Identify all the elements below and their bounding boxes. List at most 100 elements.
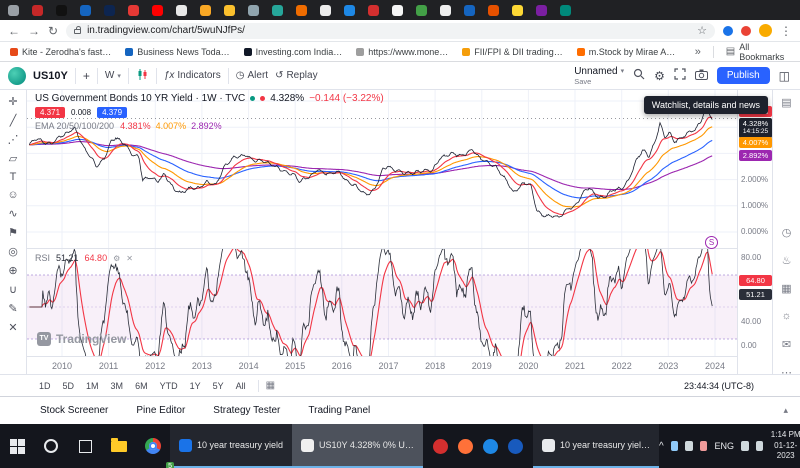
language-indicator[interactable]: ENG (714, 441, 734, 451)
browser-tab[interactable] (344, 5, 355, 16)
browser-tab[interactable] (368, 5, 379, 16)
hotlists-icon[interactable]: ♨ (773, 254, 800, 267)
timezone-clock[interactable]: 23:44:34 (UTC-8) (684, 381, 754, 391)
pattern-tool-icon[interactable]: ∿ (0, 204, 26, 223)
range-button-6m[interactable]: 6M (130, 379, 153, 393)
extension-icon[interactable] (723, 26, 733, 36)
range-button-all[interactable]: All (231, 379, 251, 393)
compare-add-icon[interactable]: + (83, 70, 90, 82)
rsi-settings-icon[interactable]: ⚙ (113, 254, 120, 263)
bottom-tab[interactable]: Stock Screener (40, 405, 108, 416)
publish-button[interactable]: Publish (717, 67, 770, 84)
range-button-3m[interactable]: 3M (106, 379, 129, 393)
fib-tool-icon[interactable]: ⋰ (0, 130, 26, 149)
bottom-tab[interactable]: Strategy Tester (213, 405, 280, 416)
tray-icon[interactable] (700, 441, 708, 451)
rsi-close-icon[interactable]: ✕ (126, 254, 133, 263)
browser-tab[interactable] (224, 5, 235, 16)
range-button-5d[interactable]: 5D (58, 379, 80, 393)
go-to-date-icon[interactable]: ▦ (266, 380, 275, 391)
reload-icon[interactable]: ↻ (48, 25, 58, 37)
replay-button[interactable]: ↺ Replay (275, 70, 318, 81)
range-button-1d[interactable]: 1D (34, 379, 56, 393)
rsi-pane-chart[interactable] (27, 249, 737, 356)
quick-search-icon[interactable] (633, 67, 645, 85)
file-explorer-button[interactable] (102, 424, 136, 468)
chart-legend-title[interactable]: US Government Bonds 10 YR Yield · 1W · T… (35, 93, 245, 104)
browser-tab[interactable] (32, 5, 43, 16)
rsi-legend[interactable]: RSI 51.21 64.80 ⚙ ✕ (35, 253, 133, 263)
time-axis[interactable]: 2010201120122013201420152016201720182019… (27, 356, 737, 374)
bookmark-item[interactable]: m.Stock by Mirae A… (577, 47, 676, 57)
edit-tool-icon[interactable]: ✎ (0, 299, 26, 318)
magnet-tool-icon[interactable]: ∪ (0, 280, 26, 299)
taskbar-window[interactable]: 10 year treasury yield (170, 424, 292, 468)
chat-icon[interactable]: ✉ (773, 338, 800, 351)
calendar-icon[interactable]: ▦ (773, 282, 800, 295)
taskbar-app-icon[interactable] (483, 439, 498, 454)
browser-tab[interactable] (200, 5, 211, 16)
browser-tab[interactable] (440, 5, 451, 16)
alert-button[interactable]: ◷ Alert (236, 70, 268, 81)
taskbar-app-icon[interactable] (458, 439, 473, 454)
panel-expand-icon[interactable]: ▴ (783, 405, 788, 416)
bookmark-item[interactable]: Investing.com India… (244, 47, 343, 57)
all-bookmarks-button[interactable]: ▤ All Bookmarks (726, 42, 790, 62)
bookmark-item[interactable]: Kite - Zerodha's fast… (10, 47, 111, 57)
browser-tab[interactable] (128, 5, 139, 16)
range-button-5y[interactable]: 5Y (208, 379, 229, 393)
profile-avatar[interactable] (759, 24, 772, 37)
remove-tool-icon[interactable]: ✕ (0, 318, 26, 337)
taskbar-app-icon[interactable] (433, 439, 448, 454)
chart-region[interactable]: US Government Bonds 10 YR Yield · 1W · T… (27, 90, 737, 374)
emoji-tool-icon[interactable]: ☺ (0, 186, 26, 204)
browser-tab[interactable] (248, 5, 259, 16)
extension-icon[interactable] (741, 26, 751, 36)
ema-legend[interactable]: EMA 20/50/100/200 4.381%4.007%2.892% (35, 121, 222, 131)
volume-icon[interactable] (741, 441, 749, 451)
user-avatar[interactable] (8, 67, 26, 85)
watchlist-icon[interactable]: ▤ (773, 96, 800, 109)
bottom-tab[interactable]: Trading Panel (308, 405, 370, 416)
browser-tab[interactable] (512, 5, 523, 16)
forward-icon[interactable]: → (28, 25, 40, 37)
taskbar-app-icon[interactable] (508, 439, 523, 454)
shapes-tool-icon[interactable]: ▱ (0, 149, 26, 168)
browser-tab[interactable] (464, 5, 475, 16)
circled-s-icon[interactable]: S (705, 236, 718, 249)
taskbar-window[interactable]: US10Y 4.328% 0% U… (292, 424, 423, 468)
taskbar-clock[interactable]: 1:14 PM 01-12-2023 (770, 430, 800, 461)
range-button-1m[interactable]: 1M (81, 379, 104, 393)
settings-gear-icon[interactable]: ⚙ (654, 70, 665, 82)
browser-tab[interactable] (104, 5, 115, 16)
trend-line-tool-icon[interactable]: ╱ (0, 111, 26, 130)
start-button[interactable] (0, 424, 34, 468)
browser-tab[interactable] (560, 5, 571, 16)
forecast-tool-icon[interactable]: ⚑ (0, 223, 26, 242)
ideas-icon[interactable]: ☼ (773, 310, 800, 322)
chrome-launcher-button[interactable]: 5 (136, 424, 170, 468)
browser-tab[interactable] (8, 5, 19, 16)
tray-expand-icon[interactable]: ^ (659, 441, 664, 452)
browser-tab[interactable] (488, 5, 499, 16)
bottom-tab[interactable]: Pine Editor (136, 405, 185, 416)
network-icon[interactable] (756, 441, 764, 451)
crosshair-tool-icon[interactable]: ✛ (0, 92, 26, 111)
back-icon[interactable]: ← (8, 25, 20, 37)
bookmark-item[interactable]: Business News Toda… (125, 47, 229, 57)
bookmark-item[interactable]: https://www.mone… (356, 47, 448, 57)
browser-tab[interactable] (320, 5, 331, 16)
snapshot-camera-icon[interactable] (695, 67, 708, 85)
text-tool-icon[interactable]: T (0, 168, 26, 186)
browser-tab[interactable] (176, 5, 187, 16)
tray-icon[interactable] (685, 441, 693, 451)
fullscreen-icon[interactable] (674, 67, 686, 85)
bookmark-item[interactable]: FII/FPI & DII trading… (462, 47, 563, 57)
panels-layout-icon[interactable]: ◫ (779, 70, 790, 82)
tray-icon[interactable] (671, 441, 679, 451)
browser-tab[interactable] (152, 5, 163, 16)
measure-tool-icon[interactable]: ◎ (0, 242, 26, 261)
url-field[interactable]: in.tradingview.com/chart/5wuNJfPs/ ☆ (66, 23, 715, 39)
symbol-button[interactable]: US10Y (33, 70, 68, 82)
browser-tab[interactable] (392, 5, 403, 16)
